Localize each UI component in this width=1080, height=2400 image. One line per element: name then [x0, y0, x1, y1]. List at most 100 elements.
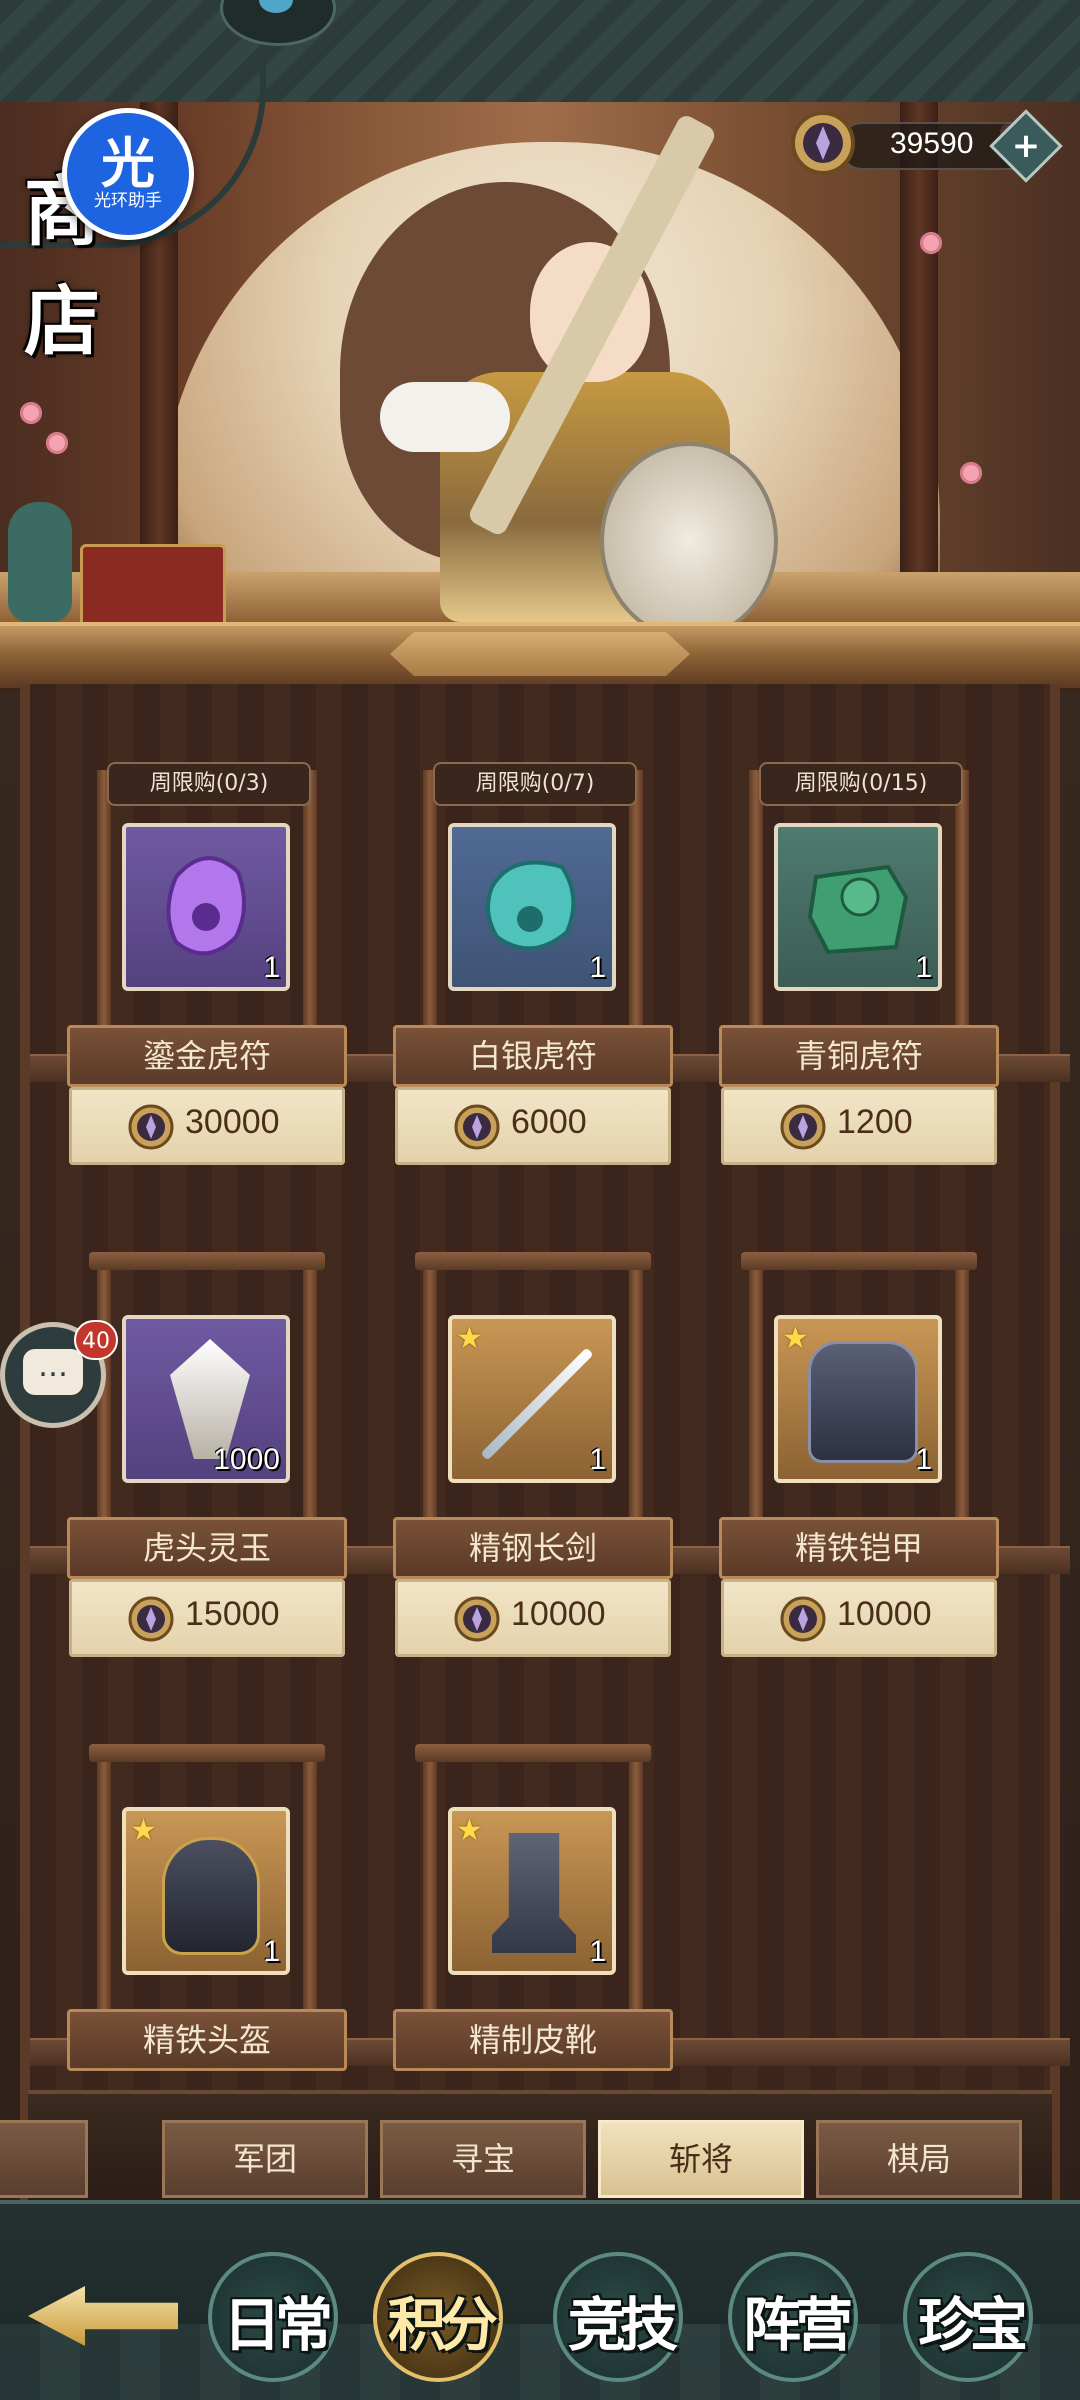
shop-item-bronze-tiger-tally[interactable]: 周限购(0/15) 1 青铜虎符 1200: [719, 740, 999, 1170]
armor-icon: [808, 1341, 918, 1463]
display-post: [303, 770, 317, 1040]
character-fur: [380, 382, 510, 452]
display-post: [423, 1262, 437, 1532]
item-icon-frame[interactable]: ★ 1: [448, 1807, 616, 1975]
helper-logo-text: 光: [101, 132, 155, 195]
blossom-decoration: [20, 402, 42, 424]
item-quantity: 1000: [213, 1443, 280, 1476]
star-icon: ★: [782, 1321, 809, 1356]
shop-item-gilded-tiger-tally[interactable]: 周限购(0/3) 1 鎏金虎符 30000: [67, 740, 347, 1170]
tiger-jade-icon: [170, 1339, 250, 1459]
helmet-icon: [162, 1837, 260, 1955]
display-post: [303, 1754, 317, 2024]
item-quantity: 1: [589, 1935, 606, 1968]
nav-label: 日常: [222, 2291, 333, 2359]
floating-pet-icon[interactable]: [220, 0, 336, 46]
item-quantity: 1: [915, 1443, 932, 1476]
helper-label: 光环助手: [94, 191, 162, 211]
item-icon-frame[interactable]: ★ 1: [774, 1315, 942, 1483]
nav-label: 珍宝: [917, 2291, 1028, 2359]
item-icon-frame[interactable]: ★ 1: [448, 1315, 616, 1483]
display-post: [629, 1754, 643, 2024]
back-arrow-icon: [28, 2286, 178, 2346]
medal-currency-icon: [791, 111, 855, 175]
item-price: 30000: [185, 1103, 280, 1141]
medal-currency-icon: [780, 1596, 826, 1642]
banner-frame-bar: [0, 622, 1080, 692]
purple-tiger-tally-icon: [166, 856, 247, 956]
item-icon-frame[interactable]: ★ 1: [122, 1807, 290, 1975]
display-post: [955, 1262, 969, 1532]
bottom-navigation: 日常 积分 竞技 阵营 珍宝: [0, 2200, 1080, 2400]
pillar: [900, 102, 938, 622]
blossom-decoration: [46, 432, 68, 454]
tab-chess[interactable]: 棋局: [816, 2120, 1022, 2198]
weekly-limit-label: 周限购(0/15): [759, 762, 963, 806]
blossom-decoration: [920, 232, 942, 254]
blossom-decoration: [960, 462, 982, 484]
buy-price-button[interactable]: 1200: [721, 1087, 997, 1165]
silver-tiger-tally-icon: [486, 860, 576, 951]
pipa-body: [600, 442, 778, 622]
item-icon-frame[interactable]: 1000: [122, 1315, 290, 1483]
nav-daily[interactable]: 日常: [200, 2244, 350, 2394]
medal-currency-icon: [454, 1104, 500, 1150]
display-post: [423, 770, 437, 1040]
item-name: 精铁铠甲: [719, 1517, 999, 1579]
tab-slay-general[interactable]: 斩将: [598, 2120, 804, 2198]
nav-label: 阵营: [742, 2291, 853, 2359]
item-icon-frame[interactable]: 1: [122, 823, 290, 991]
nav-points[interactable]: 积分: [365, 2244, 515, 2394]
shop-item-tiger-jade[interactable]: 1000 虎头灵玉 15000: [67, 1232, 347, 1662]
shop-category-tabs: 魂 军团 寻宝 斩将 棋局: [0, 2090, 1052, 2204]
medal-currency-icon: [780, 1104, 826, 1150]
nav-label: 积分: [387, 2291, 498, 2359]
display-post: [303, 1262, 317, 1532]
display-post: [629, 770, 643, 1040]
buy-price-button[interactable]: 30000: [69, 1087, 345, 1165]
nav-arena[interactable]: 竞技: [545, 2244, 695, 2394]
item-quantity: 1: [915, 951, 932, 984]
display-crossbar: [415, 1252, 651, 1270]
buy-price-button[interactable]: 6000: [395, 1087, 671, 1165]
display-post: [629, 1262, 643, 1532]
medal-currency-icon: [128, 1596, 174, 1642]
add-currency-button[interactable]: +: [989, 109, 1063, 183]
boots-icon: [492, 1833, 576, 1953]
display-crossbar: [741, 1252, 977, 1270]
nav-label: 竞技: [567, 2291, 678, 2359]
medal-currency-icon: [454, 1596, 500, 1642]
tab-soul[interactable]: 魂: [0, 2120, 88, 2198]
nav-faction[interactable]: 阵营: [720, 2244, 870, 2394]
display-crossbar: [415, 1744, 651, 1762]
display-post: [955, 770, 969, 1040]
buy-price-button[interactable]: 15000: [69, 1579, 345, 1657]
item-quantity: 1: [263, 951, 280, 984]
sword-icon: [480, 1347, 594, 1461]
shop-item-steel-sword[interactable]: ★ 1 精钢长剑 10000: [393, 1232, 673, 1662]
item-price: 10000: [837, 1595, 932, 1633]
back-button[interactable]: [28, 2266, 198, 2366]
item-quantity: 1: [589, 951, 606, 984]
item-icon-frame[interactable]: 1: [774, 823, 942, 991]
tab-legion[interactable]: 军团: [162, 2120, 368, 2198]
star-icon: ★: [456, 1813, 483, 1848]
chat-bubble-icon: …: [23, 1349, 83, 1395]
buy-price-button[interactable]: 10000: [721, 1579, 997, 1657]
item-name: 精钢长剑: [393, 1517, 673, 1579]
item-name: 白银虎符: [393, 1025, 673, 1087]
shop-item-iron-armor[interactable]: ★ 1 精铁铠甲 10000: [719, 1232, 999, 1662]
weekly-limit-label: 周限购(0/7): [433, 762, 637, 806]
item-name: 精制皮靴: [393, 2009, 673, 2071]
item-price: 15000: [185, 1595, 280, 1633]
nav-treasure[interactable]: 珍宝: [895, 2244, 1045, 2394]
tab-treasure-hunt[interactable]: 寻宝: [380, 2120, 586, 2198]
shop-item-silver-tiger-tally[interactable]: 周限购(0/7) 1 白银虎符 6000: [393, 740, 673, 1170]
vase-decoration: [8, 502, 72, 622]
helper-assistant-button[interactable]: 光 光环助手: [62, 108, 194, 240]
item-name: 青铜虎符: [719, 1025, 999, 1087]
currency-value: 39590: [890, 127, 974, 160]
item-icon-frame[interactable]: 1: [448, 823, 616, 991]
buy-price-button[interactable]: 10000: [395, 1579, 671, 1657]
weekly-limit-label: 周限购(0/3): [107, 762, 311, 806]
